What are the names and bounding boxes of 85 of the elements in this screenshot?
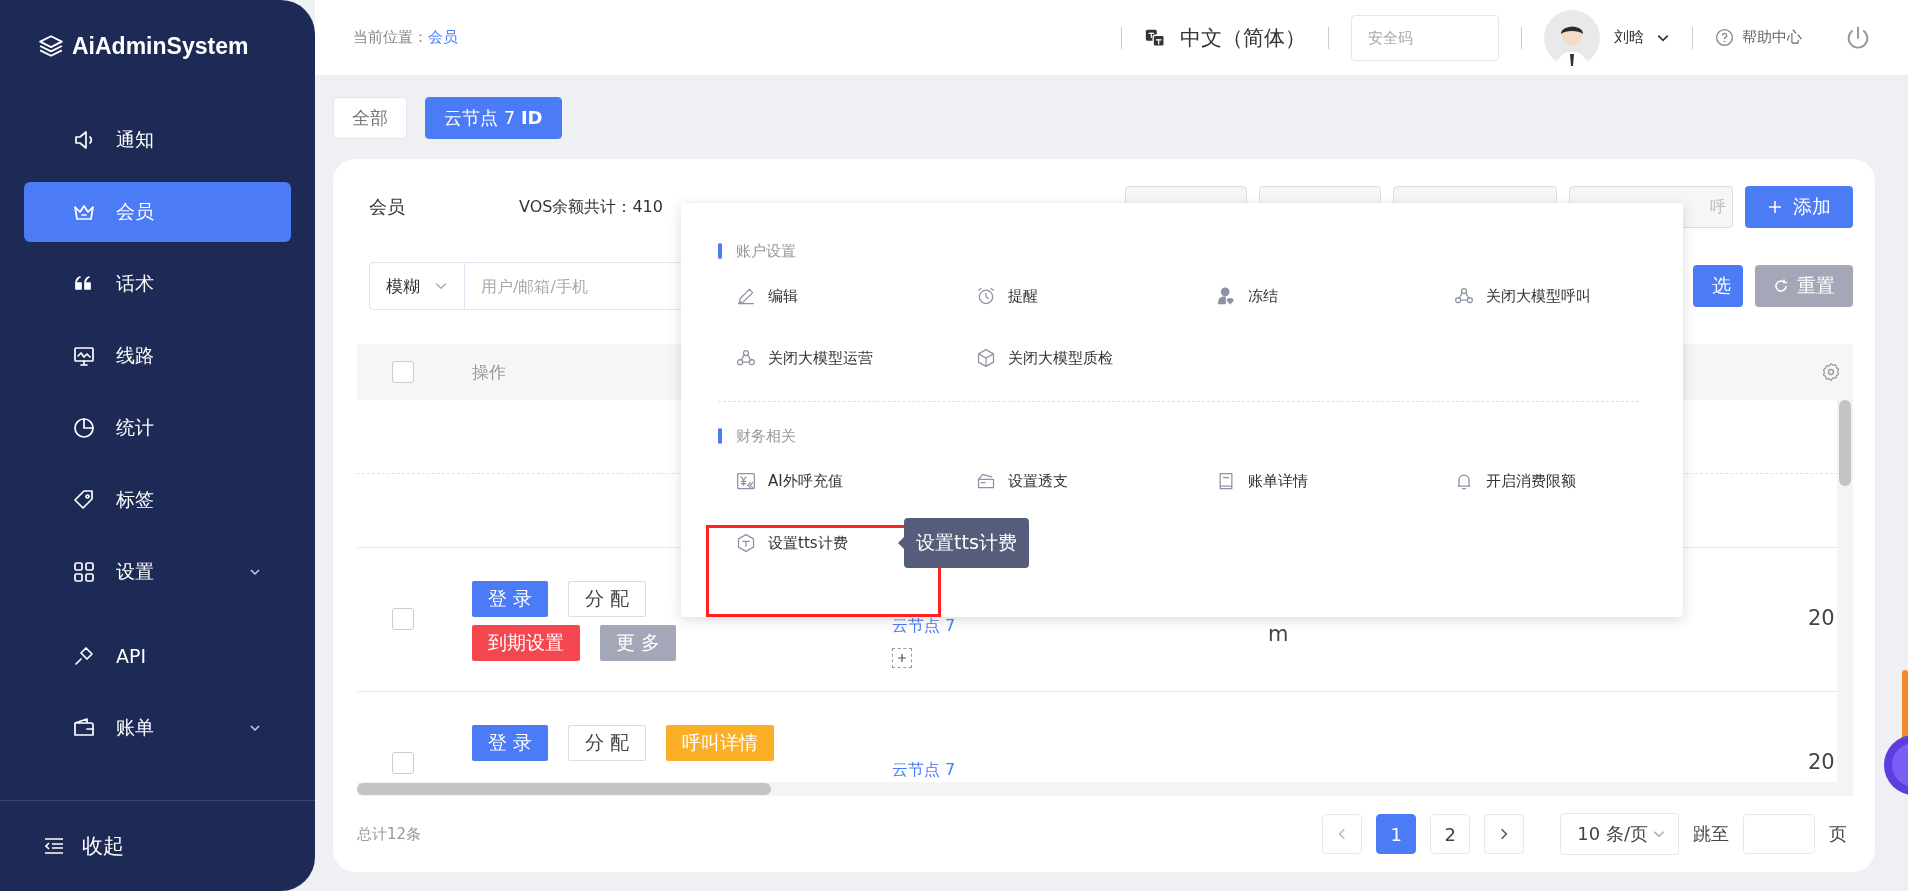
checkbox[interactable] [392,361,414,383]
page-button[interactable]: 1 [1376,814,1417,854]
settings-icon[interactable] [1821,362,1841,382]
cube-icon [976,348,996,368]
row-action-button[interactable]: 登 录 [472,581,549,617]
sidebar-item[interactable]: 设置 [24,542,291,602]
sidebar-item[interactable]: 账单 [24,698,291,758]
row-checkbox[interactable] [392,752,414,774]
menu-item[interactable]: 提醒 [976,286,1038,306]
menu-item[interactable]: 开启消费限额 [1454,471,1576,491]
page-size-select[interactable]: 10 条/页 [1560,813,1679,855]
monitor-icon [72,344,96,368]
app-logo-text: AiAdminSystem [72,32,249,60]
tab[interactable]: 云节点 7 ID [425,97,562,139]
tab[interactable]: 全部 [333,97,407,139]
sidebar-item[interactable]: 标签 [24,470,291,530]
table-cell: m [1268,622,1289,646]
tooltip: 设置tts计费 [904,518,1029,568]
balance-text: VOS余额共计：410 [519,196,663,218]
language-selector[interactable]: 中文（简体） [1144,23,1306,52]
breadcrumb-label: 当前位置： [353,28,428,46]
sidebar-item[interactable]: 话术 [24,254,291,314]
menu-item[interactable]: 编辑 [736,286,798,306]
horizontal-scrollbar[interactable] [357,782,1853,796]
search-button[interactable]: 选 [1693,265,1743,307]
table-cell: 20 [1808,750,1835,774]
menu-section-title: 财务相关 [736,426,796,446]
page-suffix: 页 [1829,822,1847,846]
help-icon [1715,28,1734,47]
table-cell: 20 [1808,606,1835,630]
menu-item[interactable]: 关闭大模型呼叫 [1454,286,1591,306]
sidebar-item[interactable]: 通知 [24,110,291,170]
avatar-icon[interactable] [1544,9,1600,66]
chevron-down-icon [249,566,261,578]
row-action-button[interactable]: 登 录 [472,725,549,761]
nodes-icon [736,348,756,368]
hexagon-icon [736,533,756,553]
pencil-icon [736,286,756,306]
help-link[interactable]: 帮助中心 [1715,28,1802,47]
tag-icon [72,488,96,512]
column-header: 操作 [472,361,506,382]
previous-page-button[interactable] [1322,814,1363,854]
row-action-button[interactable]: 分 配 [568,581,647,617]
add-button[interactable]: 添加 [1745,186,1853,228]
menu-item[interactable]: 冻结 [1216,286,1278,306]
plus-icon [897,653,907,663]
vertical-scrollbar[interactable] [1837,400,1853,782]
panel-title: 会员 [369,195,406,219]
chevron-down-icon [249,722,261,734]
yen-card-icon [736,471,756,491]
sidebar-item[interactable]: 线路 [24,326,291,386]
next-page-button[interactable] [1484,814,1525,854]
card-icon [976,471,996,491]
jump-label: 跳至 [1693,822,1729,846]
menu-item[interactable]: 设置tts计费 [736,533,848,553]
row-action-button[interactable]: 到期设置 [472,625,580,661]
pie-chart-icon [72,416,96,440]
add-tag-button[interactable] [892,648,912,668]
plus-icon [1767,199,1783,215]
menu-item[interactable]: 账单详情 [1216,471,1308,491]
layers-icon [38,33,64,59]
menu-item[interactable]: 设置透支 [976,471,1068,491]
node-link[interactable]: 云节点 7 [892,616,956,636]
page-number-field[interactable] [1743,814,1815,854]
node-link[interactable]: 云节点 7 [892,760,956,780]
menu-item[interactable]: 关闭大模型质检 [976,348,1113,368]
collapse-button[interactable]: 收起 [0,800,315,891]
nodes-icon [1454,286,1474,306]
menu-item[interactable]: 关闭大模型运营 [736,348,873,368]
security-code-field[interactable]: 安全码 [1351,14,1499,61]
breadcrumb-link[interactable]: 会员 [428,28,458,46]
user-heart-icon [1216,286,1236,306]
total-count: 总计12条 [357,824,422,844]
sidebar-item[interactable]: API [24,626,291,686]
grid-icon [72,560,96,584]
row-checkbox[interactable] [392,608,414,630]
alarm-clock-icon [976,286,996,306]
row-action-button[interactable]: 分 配 [568,725,647,761]
page-button[interactable]: 2 [1430,814,1471,854]
refresh-icon [1773,278,1789,294]
menu-section-title: 账户设置 [736,241,796,261]
sidebar-item[interactable]: 统计 [24,398,291,458]
sidebar-item[interactable]: 会员 [24,182,291,242]
user-menu[interactable]: 刘晗 [1614,28,1670,47]
menu-item[interactable]: AI外呼充值 [736,471,843,491]
